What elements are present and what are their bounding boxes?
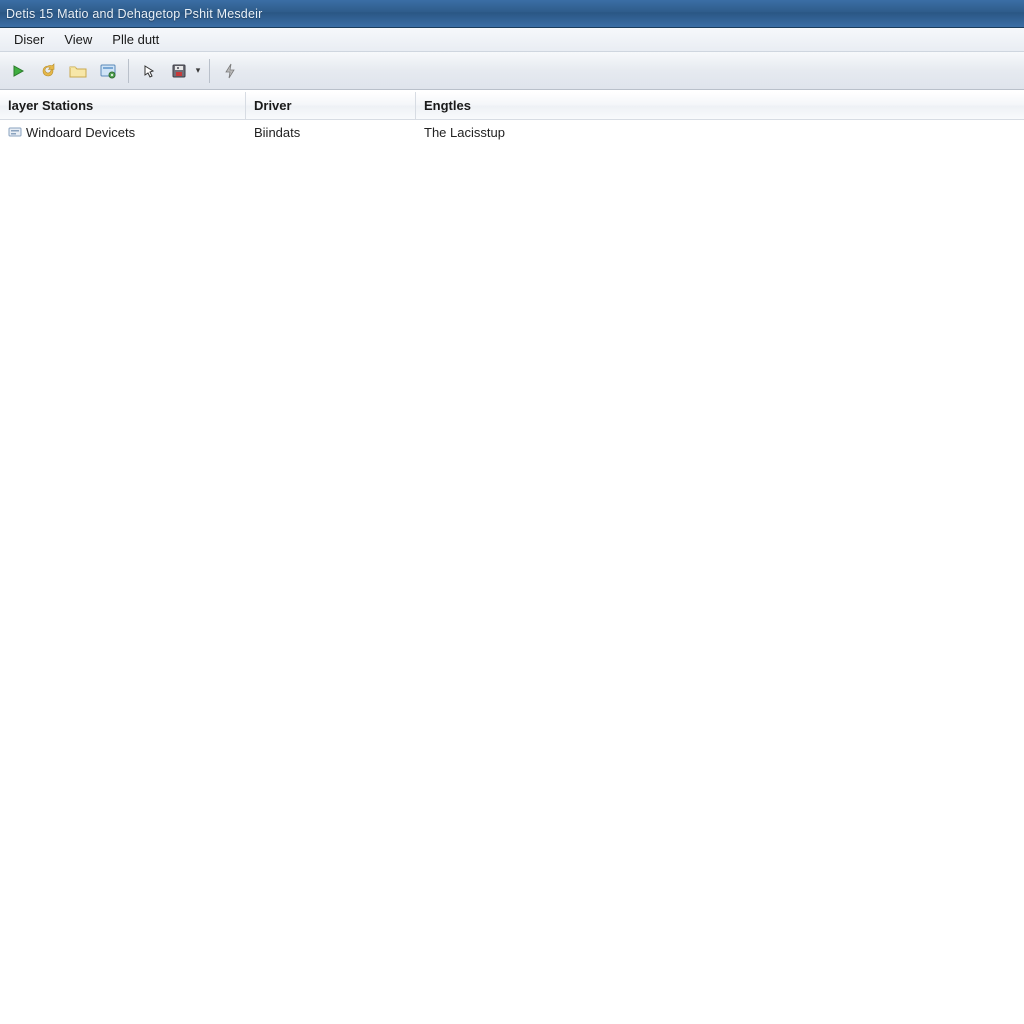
list-header: layer Stations Driver Engtles <box>0 92 1024 120</box>
lightning-icon <box>223 63 237 79</box>
list-view: layer Stations Driver Engtles Windoard D… <box>0 92 1024 1024</box>
cell-stations: Windoard Devicets <box>0 125 246 140</box>
device-icon <box>8 125 22 139</box>
save-dropdown-caret[interactable]: ▾ <box>193 65 203 76</box>
toolbar-separator <box>128 59 129 83</box>
table-row[interactable]: Windoard Devicets Biindats The Lacisstup <box>0 120 1024 144</box>
toolbar-separator <box>209 59 210 83</box>
menu-diser[interactable]: Diser <box>4 28 54 51</box>
execute-button[interactable] <box>216 57 244 85</box>
save-button[interactable] <box>165 57 193 85</box>
cell-driver: Biindats <box>246 125 416 140</box>
open-folder-button[interactable] <box>64 57 92 85</box>
menu-view[interactable]: View <box>54 28 102 51</box>
cell-engtles-text: The Lacisstup <box>424 125 505 140</box>
play-icon <box>11 64 25 78</box>
database-icon <box>100 63 116 79</box>
column-header-stations[interactable]: layer Stations <box>0 92 246 119</box>
cell-driver-text: Biindats <box>254 125 300 140</box>
database-button[interactable] <box>94 57 122 85</box>
window-title: Detis 15 Matio and Dehagetop Pshit Mesde… <box>4 7 262 21</box>
toolbar-divider <box>0 90 1024 91</box>
refresh-button[interactable] <box>34 57 62 85</box>
refresh-icon <box>40 63 56 79</box>
window-titlebar: Detis 15 Matio and Dehagetop Pshit Mesde… <box>0 0 1024 28</box>
play-button[interactable] <box>4 57 32 85</box>
cell-engtles: The Lacisstup <box>416 125 1024 140</box>
pointer-icon <box>142 64 156 78</box>
column-header-driver[interactable]: Driver <box>246 92 416 119</box>
toolbar: ▾ <box>0 52 1024 90</box>
pointer-button[interactable] <box>135 57 163 85</box>
menu-bar: Diser View Plle dutt <box>0 28 1024 52</box>
cell-stations-text: Windoard Devicets <box>26 125 135 140</box>
column-header-engtles[interactable]: Engtles <box>416 92 1024 119</box>
save-icon <box>171 63 187 79</box>
folder-icon <box>69 63 87 79</box>
menu-plle-dutt[interactable]: Plle dutt <box>102 28 169 51</box>
